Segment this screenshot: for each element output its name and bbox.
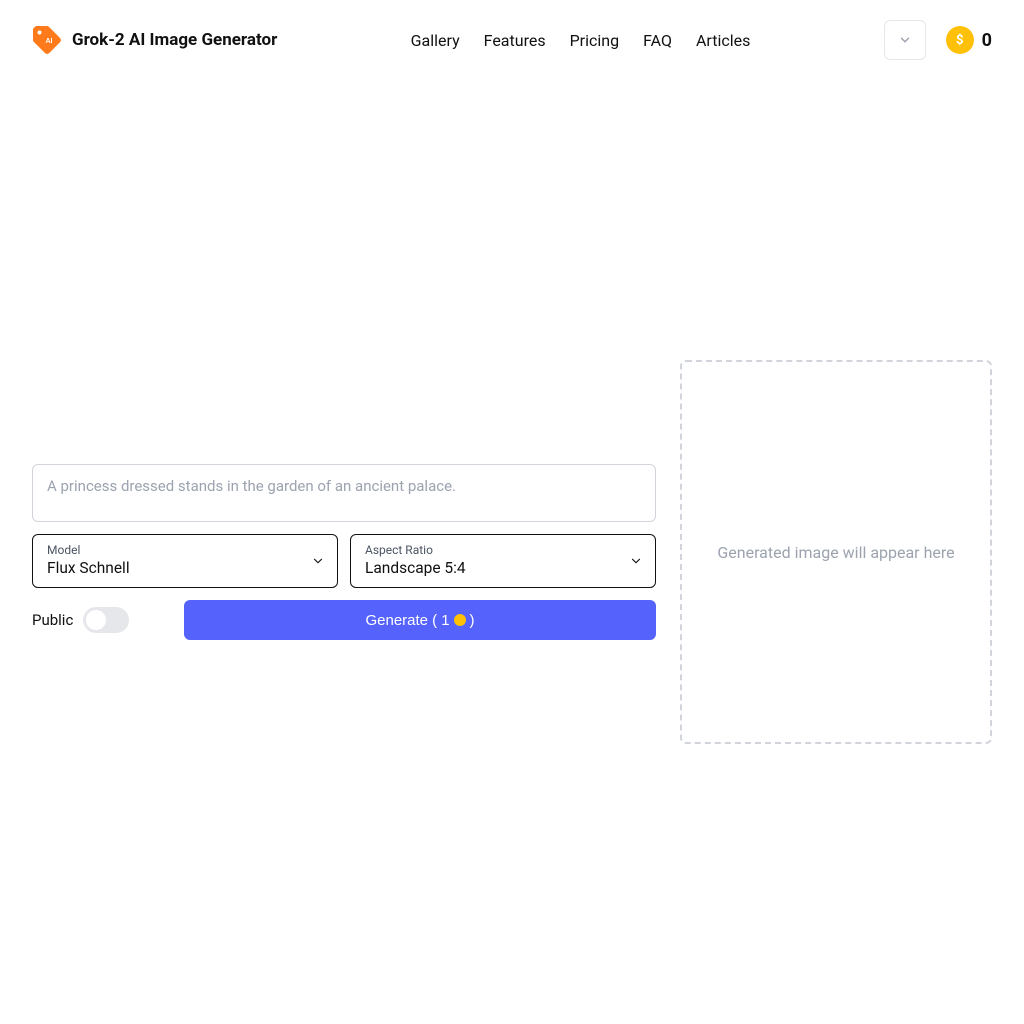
public-label: Public: [32, 611, 73, 629]
toggle-dot: [86, 610, 106, 630]
logo[interactable]: AI Grok-2 AI Image Generator: [32, 25, 277, 55]
logo-badge-text: AI: [46, 38, 53, 45]
header: AI Grok-2 AI Image Generator Gallery Fea…: [0, 0, 1024, 80]
chevron-down-icon: [898, 33, 912, 47]
model-value: Flux Schnell: [47, 559, 323, 577]
nav-pricing[interactable]: Pricing: [570, 31, 620, 50]
generator-panel: Model Flux Schnell Aspect Ratio Landscap…: [32, 360, 992, 744]
nav-faq[interactable]: FAQ: [643, 31, 672, 50]
nav-gallery[interactable]: Gallery: [411, 31, 460, 50]
bottom-row: Public Generate ( 1 ): [32, 600, 656, 640]
preview-placeholder: Generated image will appear here: [717, 543, 954, 562]
aspect-ratio-label: Aspect Ratio: [365, 543, 641, 557]
language-select[interactable]: [884, 20, 926, 60]
aspect-ratio-value: Landscape 5:4: [365, 559, 641, 577]
credits-count: 0: [982, 30, 992, 51]
generator-form: Model Flux Schnell Aspect Ratio Landscap…: [32, 464, 656, 640]
generate-cost: 1: [441, 612, 449, 629]
chevron-down-icon: [311, 554, 325, 568]
model-label: Model: [47, 543, 323, 557]
nav-features[interactable]: Features: [484, 31, 546, 50]
prompt-input[interactable]: [32, 464, 656, 522]
public-toggle[interactable]: [83, 607, 129, 633]
selects-row: Model Flux Schnell Aspect Ratio Landscap…: [32, 534, 656, 588]
public-toggle-wrap: Public: [32, 607, 172, 633]
credits[interactable]: $ 0: [946, 26, 992, 54]
generate-prefix: Generate (: [365, 612, 437, 629]
generate-button[interactable]: Generate ( 1 ): [184, 600, 656, 640]
generate-suffix: ): [470, 612, 475, 629]
brand-name: Grok-2 AI Image Generator: [72, 30, 277, 50]
main: Model Flux Schnell Aspect Ratio Landscap…: [0, 80, 1024, 1024]
main-nav: Gallery Features Pricing FAQ Articles: [277, 31, 883, 50]
header-right: $ 0: [884, 20, 992, 60]
nav-articles[interactable]: Articles: [696, 31, 750, 50]
aspect-ratio-select[interactable]: Aspect Ratio Landscape 5:4: [350, 534, 656, 588]
image-preview: Generated image will appear here: [680, 360, 992, 744]
chevron-down-icon: [629, 554, 643, 568]
model-select[interactable]: Model Flux Schnell: [32, 534, 338, 588]
tag-icon: AI: [32, 25, 62, 55]
coin-icon: $: [946, 26, 974, 54]
coin-icon: [454, 614, 466, 626]
